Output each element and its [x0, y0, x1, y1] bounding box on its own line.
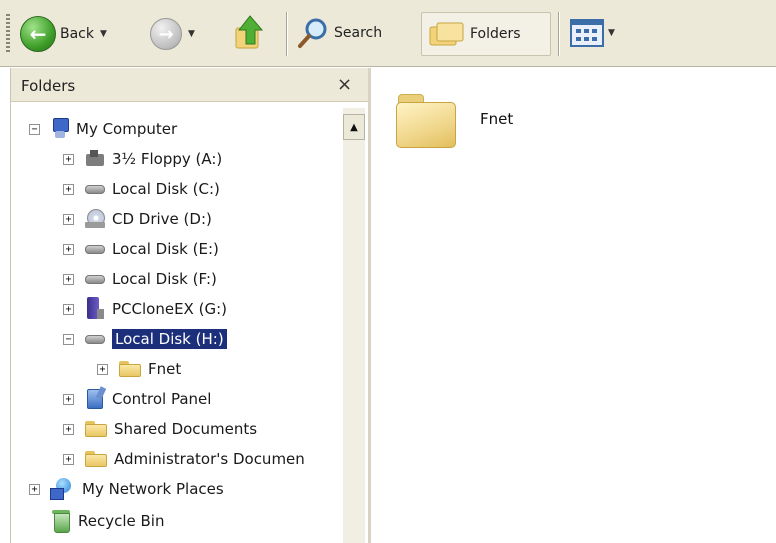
file-list-area[interactable]: Fnet — [374, 68, 776, 543]
recycle-bin-icon — [50, 509, 72, 533]
expand-toggle[interactable]: + — [63, 393, 74, 405]
tree-label: My Computer — [76, 120, 178, 138]
tree-item-shared-documents[interactable]: + Shared Documents — [63, 416, 257, 442]
tree-item-pccloneex-g[interactable]: + PCCloneEX (G:) — [63, 296, 227, 322]
tree-label: Fnet — [148, 360, 182, 378]
tree-label: Administrator's Documen — [114, 450, 305, 468]
tree-item-recycle-bin[interactable]: Recycle Bin — [50, 508, 164, 534]
tree-item-control-panel[interactable]: + Control Panel — [63, 386, 211, 412]
tree-label: Local Disk (F:) — [112, 270, 217, 288]
tree-label: Local Disk (C:) — [112, 180, 220, 198]
cd-icon — [84, 208, 106, 230]
forward-button[interactable]: → ▼ — [150, 18, 195, 50]
folder-icon — [84, 420, 108, 438]
tree-label: Control Panel — [112, 390, 212, 408]
tree-label: Shared Documents — [114, 420, 258, 438]
expand-toggle[interactable]: + — [63, 243, 74, 255]
folders-label: Folders — [470, 26, 521, 42]
tree-item-my-network-places[interactable]: + My Network Places — [29, 476, 224, 502]
forward-arrow-icon: → — [150, 18, 182, 50]
tree-label: 3½ Floppy (A:) — [112, 150, 223, 168]
tree-item-floppy[interactable]: + 3½ Floppy (A:) — [63, 146, 222, 172]
control-panel-icon — [84, 386, 107, 411]
disk-icon — [84, 182, 106, 196]
tree-label: CD Drive (D:) — [112, 210, 212, 228]
folders-pane-header: Folders × — [11, 68, 368, 102]
tree-item-local-disk-f[interactable]: + Local Disk (F:) — [63, 266, 217, 292]
folder-icon[interactable] — [394, 90, 458, 150]
search-button[interactable]: Search — [296, 16, 382, 50]
toolbar-separator — [558, 12, 560, 56]
views-dropdown-icon[interactable]: ▼ — [608, 28, 615, 38]
tree-item-administrators-documents[interactable]: + Administrator's Documen — [63, 446, 305, 472]
search-icon — [298, 18, 327, 48]
expand-toggle[interactable]: + — [29, 483, 40, 495]
collapse-toggle[interactable]: − — [63, 333, 74, 345]
expand-toggle[interactable]: + — [63, 423, 74, 435]
expand-toggle[interactable]: + — [63, 453, 74, 465]
folders-button-inner: Folders — [428, 19, 521, 49]
collapse-toggle[interactable]: − — [29, 123, 40, 135]
close-icon[interactable]: × — [337, 74, 352, 95]
views-icon — [570, 19, 604, 47]
computer-icon — [50, 118, 70, 140]
folders-button[interactable]: Folders — [421, 12, 551, 56]
folder-icon — [118, 360, 142, 378]
file-item-label[interactable]: Fnet — [480, 110, 513, 128]
tree-label: My Network Places — [82, 480, 224, 498]
toolbar-grip[interactable] — [6, 14, 10, 54]
expand-toggle[interactable]: + — [63, 273, 74, 285]
disk-icon — [84, 272, 106, 286]
tree-item-fnet[interactable]: + Fnet — [97, 356, 181, 382]
tree-label: Recycle Bin — [78, 512, 165, 530]
network-icon — [50, 478, 76, 500]
expand-toggle[interactable]: + — [63, 303, 74, 315]
tree-label: PCCloneEX (G:) — [112, 300, 227, 318]
search-label: Search — [334, 25, 383, 41]
scroll-up-arrow-icon[interactable]: ▲ — [343, 114, 365, 140]
forward-dropdown-icon[interactable]: ▼ — [188, 29, 195, 39]
tree-label-selected: Local Disk (H:) — [112, 329, 227, 349]
up-folder-button[interactable] — [232, 14, 268, 52]
expand-toggle[interactable]: + — [63, 213, 74, 225]
expand-toggle[interactable]: + — [63, 153, 74, 165]
tree-item-local-disk-e[interactable]: + Local Disk (E:) — [63, 236, 219, 262]
expand-toggle[interactable]: + — [97, 363, 108, 375]
back-button[interactable]: ← Back ▼ — [20, 16, 107, 52]
usb-drive-icon — [84, 297, 106, 321]
folders-pane-title: Folders — [21, 77, 76, 95]
disk-icon — [84, 332, 106, 346]
tree-item-cd-drive-d[interactable]: + CD Drive (D:) — [63, 206, 212, 232]
tree-item-my-computer[interactable]: − My Computer — [29, 116, 177, 142]
toolbar: ← Back ▼ → ▼ Search Folders ▼ — [0, 0, 776, 67]
tree-item-local-disk-c[interactable]: + Local Disk (C:) — [63, 176, 220, 202]
folders-scrollbar[interactable]: ▲ — [343, 108, 365, 543]
up-folder-icon — [235, 15, 264, 49]
disk-icon — [84, 242, 106, 256]
folder-icon — [84, 450, 108, 468]
tree-item-local-disk-h[interactable]: − Local Disk (H:) — [63, 326, 227, 352]
toolbar-separator — [286, 12, 288, 56]
folders-icon — [429, 22, 464, 46]
folders-pane: Folders × − My Computer + 3½ Floppy (A:)… — [10, 68, 371, 543]
back-label: Back — [60, 26, 94, 42]
floppy-icon — [84, 150, 106, 168]
back-dropdown-icon[interactable]: ▼ — [100, 29, 107, 39]
views-button[interactable]: ▼ — [570, 18, 615, 48]
back-arrow-icon: ← — [20, 16, 56, 52]
expand-toggle[interactable]: + — [63, 183, 74, 195]
tree-label: Local Disk (E:) — [112, 240, 219, 258]
